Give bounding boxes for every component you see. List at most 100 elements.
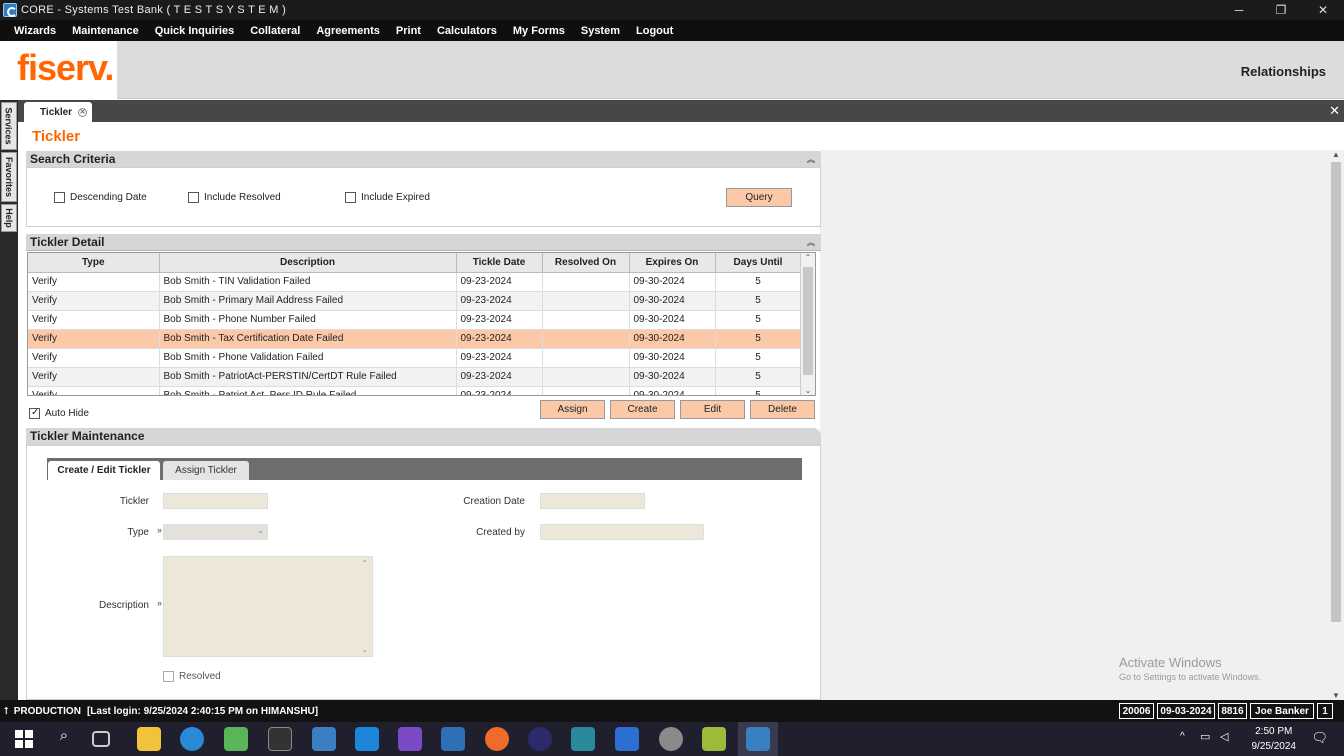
include-expired-checkbox[interactable]: Include Expired [345,192,430,203]
checkbox-icon[interactable] [54,192,65,203]
vscode-icon[interactable] [355,727,379,751]
descending-date-checkbox[interactable]: Descending Date [54,192,147,203]
close-window-button[interactable]: ✕ [1302,0,1344,20]
column-header-description[interactable]: Description [159,253,457,273]
edge-icon[interactable] [180,727,204,751]
page-scrollbar[interactable]: ▲ ▼ [1328,150,1344,700]
scroll-down-icon[interactable]: ▼ [1328,691,1344,700]
rail-tab-favorites[interactable]: Favorites [1,152,17,202]
cell-resolved-on [542,310,630,330]
cell-days-until: 5 [715,348,802,368]
task-view-icon[interactable] [92,731,110,747]
table-row[interactable]: Verify Bob Smith - Primary Mail Address … [28,291,802,311]
checkbox-icon[interactable] [188,192,199,203]
table-row[interactable]: Verify Bob Smith - Phone Validation Fail… [28,348,802,368]
chevron-down-icon[interactable]: ⌄ [257,526,264,535]
checkbox-icon[interactable] [345,192,356,203]
edit-button[interactable]: Edit [680,400,745,419]
collapse-icon[interactable]: ︽ [807,234,815,251]
close-tab-icon[interactable]: ✕ [78,107,88,117]
checkbox-checked-icon[interactable] [29,407,40,419]
minimize-button[interactable]: ─ [1218,0,1260,20]
table-row[interactable]: Verify Bob Smith - TIN Validation Failed… [28,272,802,292]
table-row-selected[interactable]: Verify Bob Smith - Tax Certification Dat… [28,329,802,349]
window-title: CORE - Systems Test Bank ( T E S T S Y S… [21,4,287,16]
auto-hide-checkbox[interactable]: Auto Hide [29,407,89,419]
creation-date-field[interactable] [540,493,645,509]
collapse-icon[interactable]: ︽ [807,151,815,168]
column-header-type[interactable]: Type [28,253,160,273]
visual-studio-icon[interactable] [398,727,422,751]
document-icon[interactable] [441,727,465,751]
column-header-tickle-date[interactable]: Tickle Date [456,253,543,273]
scroll-up-icon[interactable]: ▲ [1328,150,1344,159]
include-resolved-label: Include Resolved [204,192,281,203]
volume-muted-icon[interactable]: ◁ [1220,730,1228,743]
column-header-resolved-on[interactable]: Resolved On [542,253,630,273]
menu-my-forms[interactable]: My Forms [513,25,565,37]
menu-collateral[interactable]: Collateral [250,25,300,37]
grid-header-row: Type Description Tickle Date Resolved On… [28,253,802,273]
cell-description: Bob Smith - Tax Certification Date Faile… [159,329,457,349]
description-textarea[interactable]: ⌃ ⌄ [163,556,373,657]
table-row[interactable]: Verify Bob Smith - Phone Number Failed 0… [28,310,802,330]
menu-print[interactable]: Print [396,25,421,37]
upload-arrow-icon: ⭡ [4,705,9,717]
include-resolved-checkbox[interactable]: Include Resolved [188,192,281,203]
chevron-up-icon[interactable]: ⌃ [801,253,815,262]
close-icon[interactable]: ✕ [1329,103,1340,119]
query-button[interactable]: Query [726,188,792,207]
table-row[interactable]: Verify Bob Smith - Patriot Act_Pers ID R… [28,386,802,395]
type-select[interactable]: ⌄ [163,524,268,540]
menu-system[interactable]: System [581,25,620,37]
menu-logout[interactable]: Logout [636,25,673,37]
chevron-down-icon: ⌄ [361,645,368,654]
tab-assign-tickler[interactable]: Assign Tickler [163,461,249,480]
tickler-detail-header: Tickler Detail ︽ [26,234,821,251]
table-row[interactable]: Verify Bob Smith - PatriotAct-PERSTIN/Ce… [28,367,802,387]
windows-icon[interactable] [12,727,36,751]
create-button[interactable]: Create [610,400,675,419]
grid-scrollbar[interactable]: ⌃ ⌄ [800,253,815,395]
required-chevron-icon: » [157,525,163,535]
menu-quick-inquiries[interactable]: Quick Inquiries [155,25,234,37]
system-clock[interactable]: 2:50 PM 9/25/2024 [1252,724,1297,754]
menu-maintenance[interactable]: Maintenance [72,25,139,37]
assign-button[interactable]: Assign [540,400,605,419]
tab-tickler[interactable]: Tickler ✕ [24,102,92,122]
tickler-maintenance-title: Tickler Maintenance [30,429,145,443]
network-tray-icon[interactable]: ▭ [1200,730,1210,743]
resolved-checkbox[interactable]: Resolved [163,671,221,682]
postman-icon[interactable] [485,727,509,751]
grid-scroll-thumb[interactable] [803,267,813,375]
notepad-icon[interactable] [702,727,726,751]
created-by-field[interactable] [540,524,704,540]
notification-icon[interactable]: 🗨 [1311,730,1328,746]
scroll-thumb[interactable] [1331,162,1341,622]
menu-calculators[interactable]: Calculators [437,25,497,37]
maximize-button[interactable]: ❐ [1260,0,1302,20]
tickler-field[interactable] [163,493,268,509]
app-icon[interactable] [571,727,595,751]
chevron-up-icon[interactable]: ^ [1180,731,1185,742]
eclipse-icon[interactable] [528,727,552,751]
menu-agreements[interactable]: Agreements [316,25,380,37]
core-app-icon[interactable] [312,727,336,751]
rail-tab-help[interactable]: Help [1,204,17,232]
terminal-icon[interactable] [268,727,292,751]
media-icon[interactable] [224,727,248,751]
core-active-icon[interactable] [738,722,778,756]
menu-wizards[interactable]: Wizards [14,25,56,37]
rail-tab-services[interactable]: Services [1,102,17,150]
column-header-days-until[interactable]: Days Until [715,253,802,273]
checkbox-icon[interactable] [163,671,174,682]
delete-button[interactable]: Delete [750,400,815,419]
column-header-expires-on[interactable]: Expires On [629,253,716,273]
descending-date-label: Descending Date [70,192,147,203]
store-icon[interactable] [615,727,639,751]
network-icon[interactable] [659,727,683,751]
tab-create-edit-tickler[interactable]: Create / Edit Tickler [48,461,160,480]
chevron-down-icon[interactable]: ⌄ [801,386,815,395]
file-explorer-icon[interactable] [137,727,161,751]
search-icon[interactable]: ⌕ [52,727,76,751]
